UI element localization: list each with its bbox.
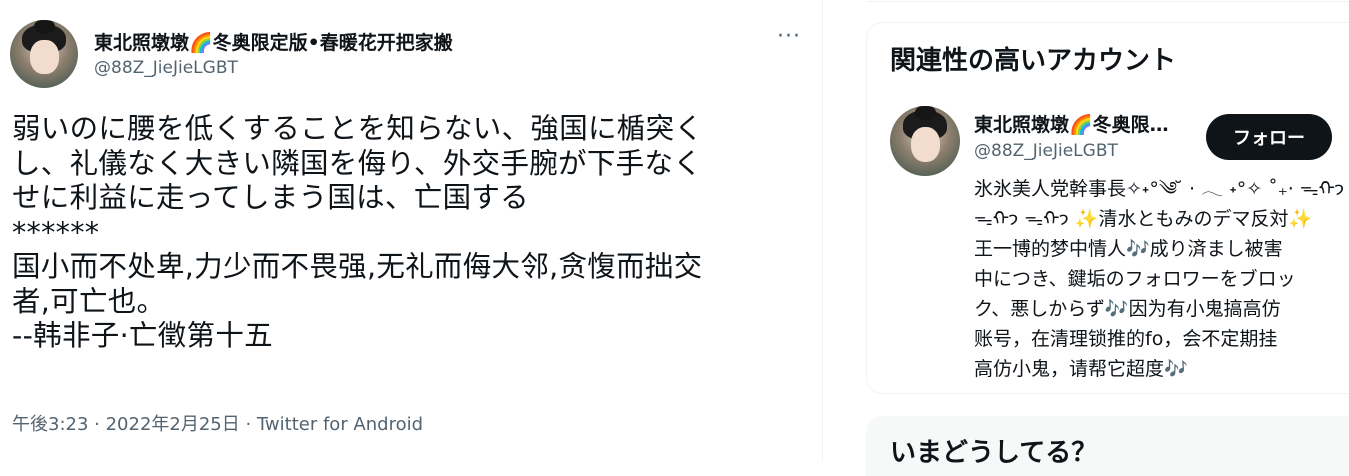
tweet-text-line: --韩非子·亡徵第十五 [12, 319, 273, 352]
related-account-avatar[interactable] [890, 106, 960, 176]
tweet-author-name[interactable]: 東北照墩墩🌈冬奥限定版•春暖花开把家搬 [94, 28, 453, 55]
follow-button[interactable]: フォロー [1206, 114, 1332, 160]
tweet-text-line: し、礼儀なく大きい隣国を侮り、外交手腕が下手なく [12, 146, 703, 180]
sidebar-divider [866, 0, 1348, 2]
tweet-timestamp-source[interactable]: 午後3:23 · 2022年2月25日 · Twitter for Androi… [12, 410, 423, 436]
tweet-text-line: せに利益に走ってしまう国は、亡国する [12, 181, 529, 214]
tweet-author-avatar[interactable] [10, 20, 78, 88]
bio-line: 中につき、鍵垢のフォロワーをブロッ [974, 268, 1296, 290]
related-account-name[interactable]: 東北照墩墩🌈冬奥限… [974, 110, 1196, 137]
tweet-author-handle[interactable]: @88Z_JieJieLGBT [94, 58, 238, 78]
tweet-text-line: ****** [12, 215, 100, 249]
whats-happening-title: いまどうしてる？ [890, 438, 1098, 468]
related-account-bio: 氷氷美人党幹事長✧˖°༄ ̆ ‧ 𓂃 ˖°✧ ˚₊‧ ᯓᡣ𐭩 ᯓᡣ𐭩 ᯓᡣ𐭩 ✨… [974, 174, 1345, 384]
related-account-handle[interactable]: @88Z_JieJieLGBT [974, 141, 1118, 161]
tweet-text-line: 国小而不处卑,力少而不畏强,无礼而侮大邻,贪愎而拙交 [12, 250, 703, 283]
tweet-detail: 東北照墩墩🌈冬奥限定版•春暖花开把家搬 @88Z_JieJieLGBT ··· … [0, 0, 823, 462]
bio-line: 账号，在清理锁推的fo，会不定期挂 [974, 328, 1278, 350]
related-accounts-title: 関連性の高いアカウント [890, 46, 1177, 76]
more-dots-icon[interactable]: ··· [770, 22, 808, 56]
bio-line: 氷氷美人党幹事長✧˖°༄ ̆ ‧ 𓂃 ˖°✧ ˚₊‧ ᯓᡣ𐭩 [974, 178, 1345, 200]
bio-line: 高仿小鬼，请帮它超度🎶 [974, 358, 1188, 380]
bio-line: ᯓᡣ𐭩 ᯓᡣ𐭩 ✨清水ともみのデマ反対✨ [974, 208, 1313, 230]
tweet-text: 弱いのに腰を低くすることを知らない、強国に楯突く し、礼儀なく大きい隣国を侮り、… [12, 112, 802, 354]
tweet-text-line: 者,可亡也。 [12, 284, 166, 318]
tweet-text-line: 弱いのに腰を低くすることを知らない、強国に楯突く [12, 112, 704, 145]
bio-line: ク、悪しからず🎶因为有小鬼搞高仿 [974, 298, 1281, 320]
bio-line: 王一博的梦中情人🎶成り済まし被害 [974, 238, 1283, 260]
